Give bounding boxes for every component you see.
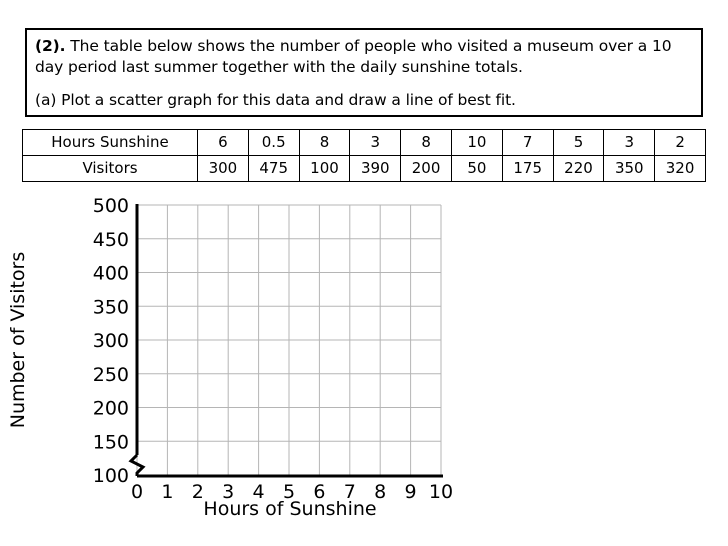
y-axis-title: Number of Visitors: [7, 252, 29, 429]
table-cell-visitors: 390: [349, 155, 402, 182]
question-text-box: (2). The table below shows the number of…: [25, 28, 703, 117]
y-axis-tick-label: 200: [93, 398, 129, 420]
table-cell-sunshine: 5: [552, 129, 605, 156]
y-axis-tick-label: 450: [93, 229, 129, 251]
table-cell-sunshine: 6: [197, 129, 249, 156]
table-cell-sunshine: 0.5: [247, 129, 300, 156]
table-cell-visitors: 50: [450, 155, 503, 182]
y-axis-tick-labels: 500 450 400 350 300 250 200 150 100: [93, 195, 129, 487]
x-axis-tick-label: 2: [192, 481, 204, 503]
scatter-graph-grid: 500 450 400 350 300 250 200 150 100 0 1 2 3 4 5 6 7 8 9 10…: [0, 190, 500, 535]
table-cell-visitors: 320: [654, 155, 706, 182]
table-cell-sunshine: 7: [501, 129, 554, 156]
x-axis-tick-label: 0: [131, 481, 143, 503]
table-cell-visitors: 350: [603, 155, 656, 182]
question-stem: (2). The table below shows the number of…: [35, 36, 693, 78]
table-cell-sunshine: 8: [400, 129, 452, 156]
question-part-a: (a) Plot a scatter graph for this data a…: [35, 91, 516, 109]
table-row-header-hours-sunshine: Hours Sunshine: [22, 129, 198, 156]
table-cell-sunshine: 2: [654, 129, 706, 156]
y-axis-tick-label: 150: [93, 431, 129, 453]
chart-svg: 500450400350300250200150100 0 1 2 3 4 5 6 7 8 9 10…: [7, 195, 453, 520]
table-row-header-visitors: Visitors: [22, 155, 198, 182]
x-axis-tick-label: 1: [161, 481, 173, 503]
x-axis-tick-label: 10: [429, 481, 453, 503]
table-cell-sunshine: 8: [298, 129, 351, 156]
data-table: Hours Sunshine 6 0.5 8 3 8 10 7 5 3 2 Vi…: [22, 129, 706, 182]
table-cell-visitors: 475: [247, 155, 300, 182]
question-stem-text: The table below shows the number of peop…: [35, 37, 672, 76]
table-cell-visitors: 300: [197, 155, 249, 182]
y-axis-tick-label: 100: [93, 465, 129, 487]
x-axis-tick-label: 9: [405, 481, 417, 503]
y-axis-tick-label: 400: [93, 263, 129, 285]
y-axis-tick-label: 500: [93, 195, 129, 217]
table-cell-visitors: 100: [298, 155, 351, 182]
question-number: (2).: [35, 37, 66, 55]
x-axis-title: Hours of Sunshine: [203, 498, 376, 520]
table-row-visitors: Visitors 300 475 100 390 200 50 175 220 …: [22, 155, 706, 182]
table-cell-visitors: 200: [400, 155, 452, 182]
table-cell-sunshine: 3: [349, 129, 402, 156]
y-axis-tick-label: 250: [93, 364, 129, 386]
table-cell-sunshine: 3: [603, 129, 656, 156]
table-cell-sunshine: 10: [450, 129, 503, 156]
table-cell-visitors: 175: [501, 155, 554, 182]
y-axis-tick-label: 300: [93, 330, 129, 352]
table-cell-visitors: 220: [552, 155, 605, 182]
table-row-hours-sunshine: Hours Sunshine 6 0.5 8 3 8 10 7 5 3 2: [22, 129, 706, 156]
y-axis-tick-label: 350: [93, 296, 129, 318]
